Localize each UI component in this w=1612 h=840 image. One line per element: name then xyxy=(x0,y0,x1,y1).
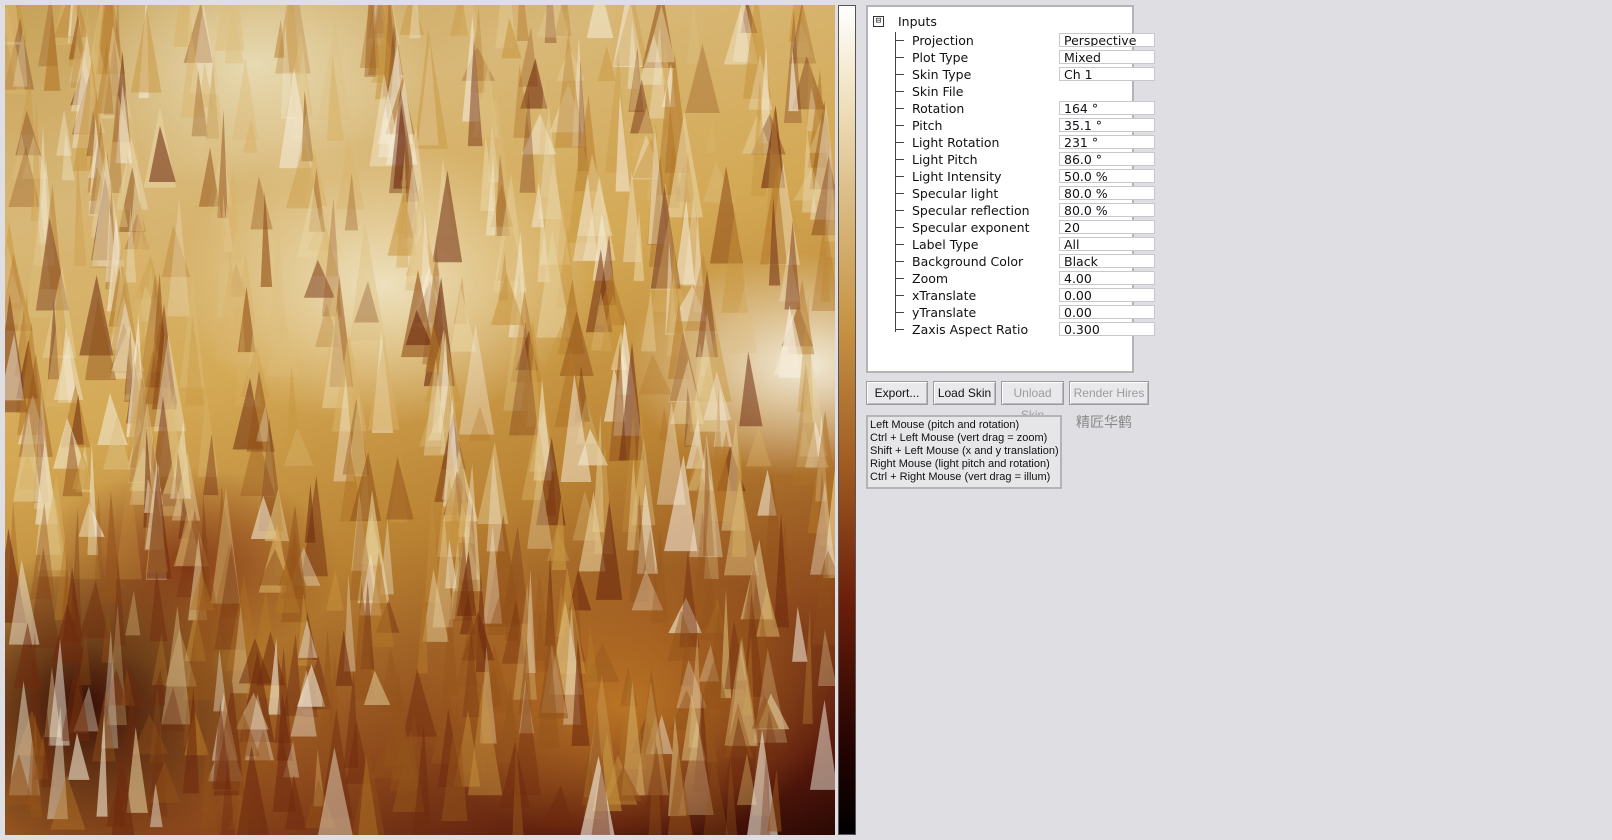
property-label: Specular exponent xyxy=(912,220,1030,235)
tree-branch xyxy=(895,193,904,194)
unload-skin-button[interactable]: Unload Skin xyxy=(1001,381,1064,422)
tree-branch xyxy=(895,312,904,313)
tree-branch xyxy=(895,40,904,41)
property-row-plot-type[interactable]: Plot Type Mixed xyxy=(895,49,1155,66)
property-label: Zoom xyxy=(912,271,949,286)
property-row-zoom[interactable]: Zoom 4.00 xyxy=(895,270,1155,287)
tree-root-label: Inputs xyxy=(898,13,937,29)
help-line: Left Mouse (pitch and rotation) xyxy=(870,419,1020,431)
property-label: Skin File xyxy=(912,84,964,99)
property-value-field[interactable]: 4.00 xyxy=(1059,271,1155,285)
property-label: Label Type xyxy=(912,237,979,252)
property-value-field[interactable]: Black xyxy=(1059,254,1155,268)
tree-branch xyxy=(895,278,904,279)
tree-branch xyxy=(895,108,904,109)
mouse-controls-help: Left Mouse (pitch and rotation) Ctrl + L… xyxy=(866,415,1062,489)
property-value-field[interactable]: 164 ° xyxy=(1059,101,1155,115)
tree-branch xyxy=(895,91,904,92)
tree-branch xyxy=(895,329,904,330)
property-value-field[interactable]: 80.0 % xyxy=(1059,203,1155,217)
property-label: Light Intensity xyxy=(912,169,1002,184)
tree-branch xyxy=(895,142,904,143)
property-label: Specular light xyxy=(912,186,999,201)
tree-branch xyxy=(895,295,904,296)
property-tree-panel[interactable]: ⊟ Inputs Projection Perspective Plot Typ… xyxy=(866,5,1155,373)
surface-3d-view[interactable] xyxy=(5,5,835,835)
property-value-field[interactable]: Ch 1 xyxy=(1059,67,1155,81)
tree-branch xyxy=(895,261,904,262)
tree-root[interactable]: ⊟ Inputs xyxy=(873,13,937,29)
property-value-field[interactable]: 0.300 xyxy=(1059,322,1155,336)
property-row-rotation[interactable]: Rotation 164 ° xyxy=(895,100,1155,117)
property-value-field[interactable]: 0.00 xyxy=(1059,288,1155,302)
property-label: Pitch xyxy=(912,118,943,133)
property-label: yTranslate xyxy=(912,305,977,320)
tree-branch xyxy=(895,176,904,177)
property-value-field[interactable]: Perspective xyxy=(1059,33,1155,47)
property-value-field[interactable]: All xyxy=(1059,237,1155,251)
property-value-field[interactable]: 86.0 ° xyxy=(1059,152,1155,166)
property-row-skin-type[interactable]: Skin Type Ch 1 xyxy=(895,66,1155,83)
tree-branch xyxy=(895,159,904,160)
tree-branch xyxy=(895,210,904,211)
help-line: Right Mouse (light pitch and rotation) xyxy=(870,458,1050,470)
property-row-specular-reflection[interactable]: Specular reflection 80.0 % xyxy=(895,202,1155,219)
color-scale-bar xyxy=(838,5,856,835)
property-value-field[interactable]: 231 ° xyxy=(1059,135,1155,149)
property-label: Plot Type xyxy=(912,50,969,65)
help-line: Ctrl + Right Mouse (vert drag = illum) xyxy=(870,471,1051,483)
render-hires-button[interactable]: Render Hires xyxy=(1069,381,1149,405)
load-skin-button[interactable]: Load Skin xyxy=(933,381,996,405)
property-label: Light Pitch xyxy=(912,152,978,167)
property-label: Skin Type xyxy=(912,67,972,82)
property-label: Zaxis Aspect Ratio xyxy=(912,322,1029,337)
tree-branch xyxy=(895,57,904,58)
property-label: Rotation xyxy=(912,101,965,116)
property-label: Light Rotation xyxy=(912,135,1000,150)
property-value-field[interactable]: 80.0 % xyxy=(1059,186,1155,200)
property-label: xTranslate xyxy=(912,288,977,303)
property-row-light-intensity[interactable]: Light Intensity 50.0 % xyxy=(895,168,1155,185)
tree-branch xyxy=(895,125,904,126)
tree-branch xyxy=(895,244,904,245)
collapse-icon[interactable]: ⊟ xyxy=(873,15,884,27)
tree-branch xyxy=(895,74,904,75)
help-line: Shift + Left Mouse (x and y translation) xyxy=(870,445,1059,457)
property-value-field[interactable]: Mixed xyxy=(1059,50,1155,64)
property-value-field[interactable]: 0.00 xyxy=(1059,305,1155,319)
help-line: Ctrl + Left Mouse (vert drag = zoom) xyxy=(870,432,1048,444)
property-row-light-rotation[interactable]: Light Rotation 231 ° xyxy=(895,134,1155,151)
property-row-ytranslate[interactable]: yTranslate 0.00 xyxy=(895,304,1155,321)
property-row-background-color[interactable]: Background Color Black xyxy=(895,253,1155,270)
property-row-light-pitch[interactable]: Light Pitch 86.0 ° xyxy=(895,151,1155,168)
property-row-specular-exponent[interactable]: Specular exponent 20 xyxy=(895,219,1155,236)
property-row-specular-light[interactable]: Specular light 80.0 % xyxy=(895,185,1155,202)
property-label: Background Color xyxy=(912,254,1024,269)
property-row-label-type[interactable]: Label Type All xyxy=(895,236,1155,253)
property-value-field[interactable]: 20 xyxy=(1059,220,1155,234)
property-label: Projection xyxy=(912,33,974,48)
tree-branch xyxy=(895,227,904,228)
watermark-text: 精匠华鹤 xyxy=(1076,415,1132,431)
property-row-pitch[interactable]: Pitch 35.1 ° xyxy=(895,117,1155,134)
property-label: Specular reflection xyxy=(912,203,1030,218)
property-row-skin-file[interactable]: Skin File xyxy=(895,83,1131,100)
property-value-field[interactable]: 50.0 % xyxy=(1059,169,1155,183)
property-row-projection[interactable]: Projection Perspective xyxy=(895,32,1155,49)
export-button[interactable]: Export... xyxy=(866,381,928,405)
property-value-field[interactable]: 35.1 ° xyxy=(1059,118,1155,132)
property-row-zaxis-aspect-ratio[interactable]: Zaxis Aspect Ratio 0.300 xyxy=(895,321,1155,338)
property-row-xtranslate[interactable]: xTranslate 0.00 xyxy=(895,287,1155,304)
surface-spikes xyxy=(5,5,835,835)
